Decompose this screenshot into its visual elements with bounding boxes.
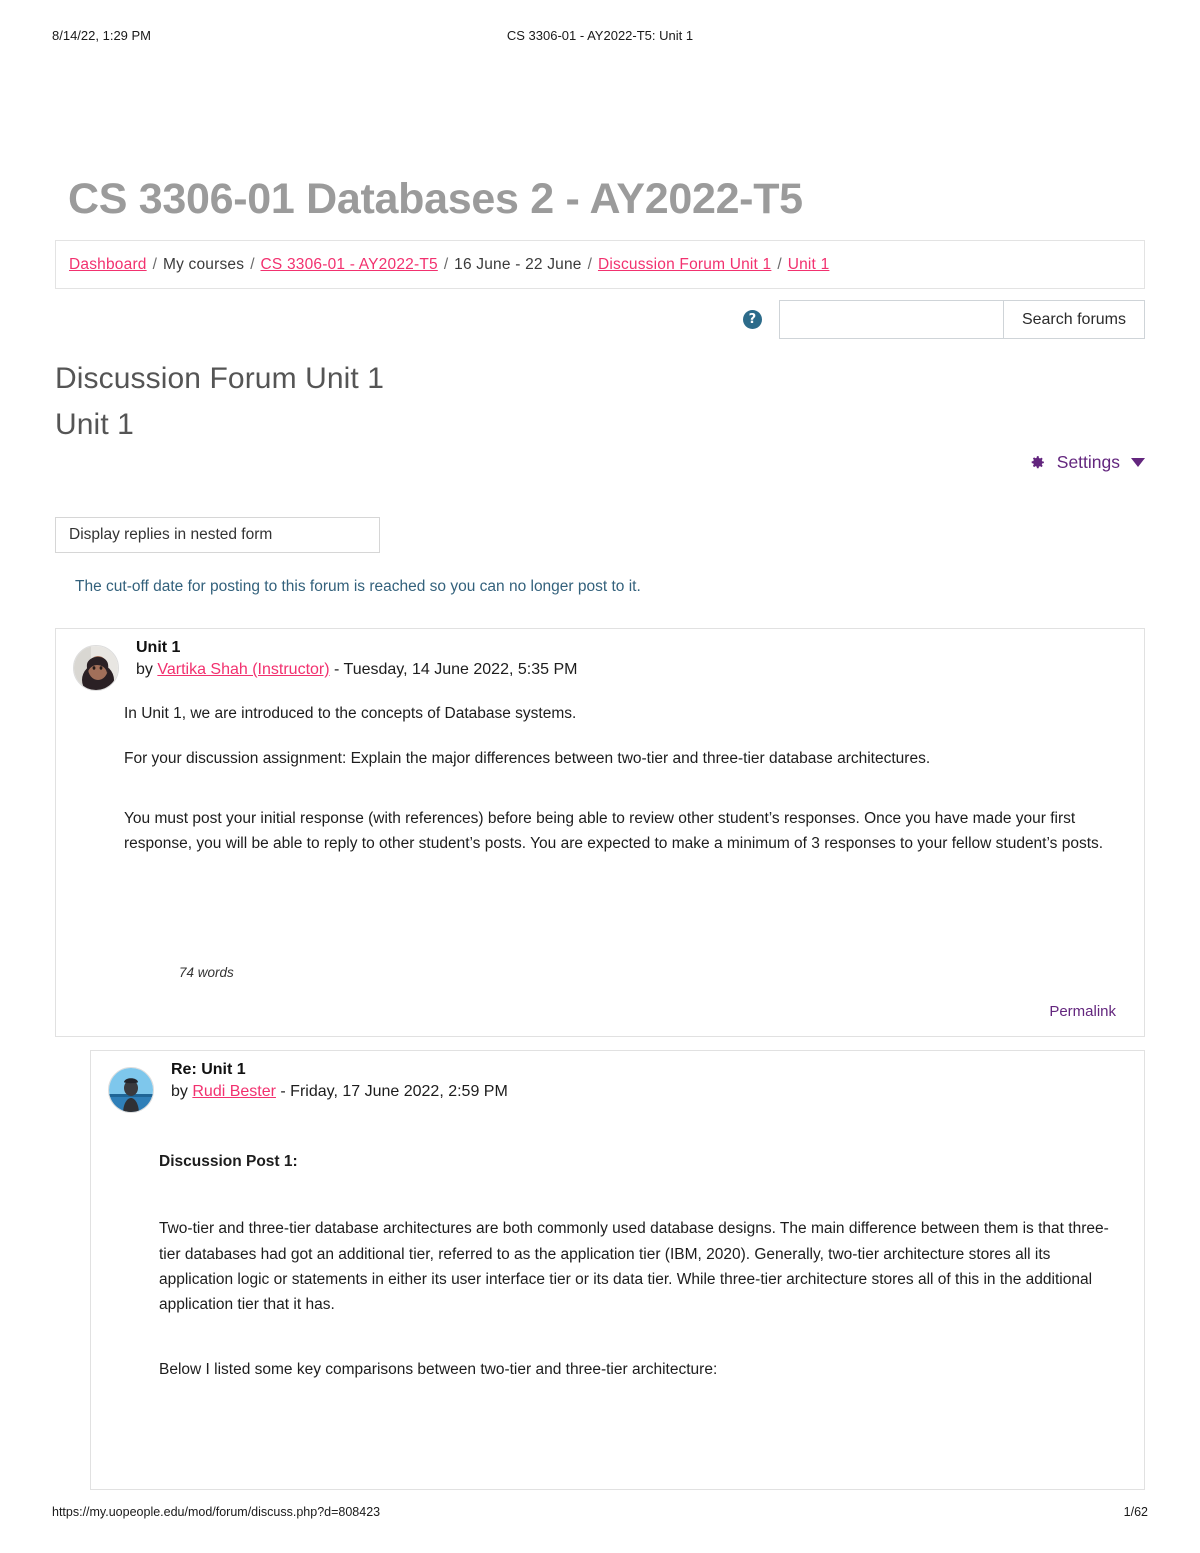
avatar[interactable] <box>73 645 119 691</box>
post-body: Discussion Post 1: Two-tier and three-ti… <box>91 1149 1144 1383</box>
post-paragraph: Below I listed some key comparisons betw… <box>159 1361 718 1379</box>
search-input[interactable] <box>778 300 1003 339</box>
chevron-down-icon <box>1131 458 1145 467</box>
by-prefix: by <box>171 1083 188 1100</box>
breadcrumb-item-week: 16 June - 22 June <box>454 255 582 273</box>
by-prefix: by <box>136 661 153 678</box>
post-date: - Tuesday, 14 June 2022, 5:35 PM <box>334 661 578 678</box>
post-meta: Re: Unit 1 by Rudi Bester - Friday, 17 J… <box>171 1061 508 1101</box>
page-title: CS 3306-01 Databases 2 - AY2022-T5 <box>68 175 803 223</box>
breadcrumb-separator: / <box>152 255 157 273</box>
forum-title: Discussion Forum Unit 1 <box>55 362 385 395</box>
post-meta: Unit 1 by Vartika Shah (Instructor) - Tu… <box>136 639 577 679</box>
settings-label: Settings <box>1056 452 1120 472</box>
breadcrumb-item-forum[interactable]: Discussion Forum Unit 1 <box>598 256 771 273</box>
breadcrumb-list: Dashboard / My courses / CS 3306-01 - AY2022… <box>69 256 829 274</box>
post-byline: by Vartika Shah (Instructor) - Tuesday, … <box>136 661 577 679</box>
post-author-link[interactable]: Vartika Shah (Instructor) <box>157 661 329 678</box>
breadcrumb-item-unit[interactable]: Unit 1 <box>788 256 830 273</box>
display-replies-label: Display replies in nested form <box>69 526 273 543</box>
breadcrumb-item-my-courses: My courses <box>162 255 245 273</box>
breadcrumb-separator: / <box>777 255 782 273</box>
breadcrumb-separator: / <box>443 255 449 273</box>
forum-post: Re: Unit 1 by Rudi Bester - Friday, 17 J… <box>90 1050 1145 1490</box>
post-author-link[interactable]: Rudi Bester <box>192 1083 276 1100</box>
forum-subtitle: Unit 1 <box>55 408 134 441</box>
post-subject: Re: Unit 1 <box>171 1061 246 1078</box>
print-footer-url: https://my.uopeople.edu/mod/forum/discus… <box>52 1505 381 1519</box>
breadcrumb: Dashboard / My courses / CS 3306-01 - AY2022… <box>55 240 1145 289</box>
post-paragraph: In Unit 1, we are introduced to the conc… <box>124 705 577 722</box>
breadcrumb-separator: / <box>587 255 592 273</box>
post-paragraph: Two-tier and three-tier database archite… <box>159 1220 1109 1313</box>
post-heading: Discussion Post 1: <box>159 1153 298 1170</box>
forum-search: ? Search forums <box>742 300 1145 339</box>
forum-post: Unit 1 by Vartika Shah (Instructor) - Tu… <box>55 628 1145 1037</box>
permalink-link[interactable]: Permalink <box>1049 1003 1116 1020</box>
print-footer-page: 1/62 <box>1123 1505 1148 1519</box>
post-byline: by Rudi Bester - Friday, 17 June 2022, 2… <box>171 1083 508 1101</box>
post-subject: Unit 1 <box>136 639 181 656</box>
word-count: 74 words <box>179 965 234 980</box>
settings-menu[interactable]: Settings <box>1029 452 1145 473</box>
post-paragraph: For your discussion assignment: Explain … <box>124 750 931 768</box>
post-date: - Friday, 17 June 2022, 2:59 PM <box>280 1083 508 1100</box>
print-header-title: CS 3306-01 - AY2022-T5: Unit 1 <box>506 28 694 43</box>
post-paragraph: You must post your initial response (wit… <box>124 809 1104 852</box>
avatar[interactable] <box>108 1067 154 1113</box>
post-body: In Unit 1, we are introduced to the conc… <box>56 701 1144 856</box>
display-replies-select[interactable]: Display replies in nested form <box>55 517 380 553</box>
post-header: Re: Unit 1 by Rudi Bester - Friday, 17 J… <box>91 1051 1144 1123</box>
breadcrumb-separator: / <box>250 255 255 273</box>
breadcrumb-item-dashboard[interactable]: Dashboard <box>69 256 147 273</box>
post-header: Unit 1 by Vartika Shah (Instructor) - Tu… <box>56 629 1144 701</box>
gear-icon <box>1029 454 1046 471</box>
cutoff-notice: The cut-off date for posting to this for… <box>75 578 641 595</box>
help-circle-icon[interactable]: ? <box>742 310 762 329</box>
search-forums-button[interactable]: Search forums <box>1002 300 1145 339</box>
breadcrumb-item-course[interactable]: CS 3306-01 - AY2022-T5 <box>261 256 438 273</box>
